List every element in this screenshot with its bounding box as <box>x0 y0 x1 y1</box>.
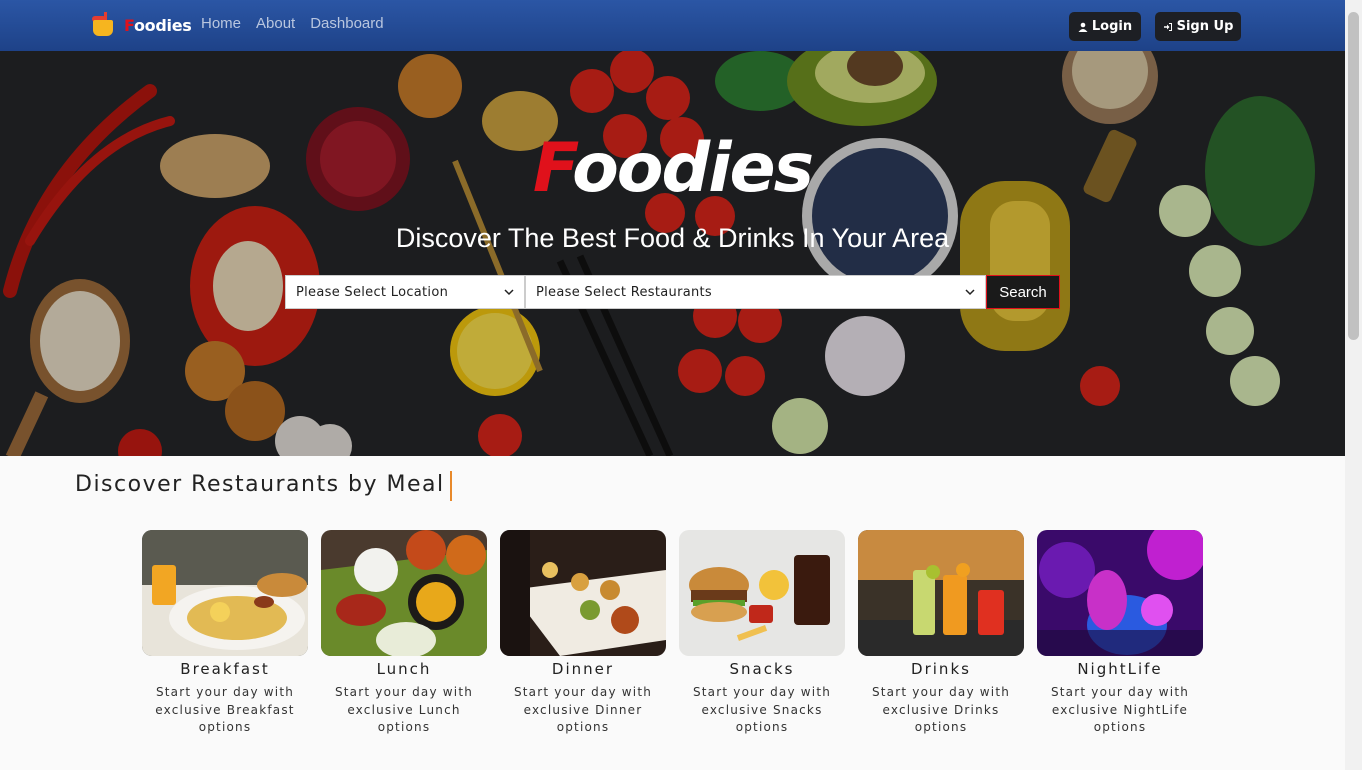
hero-subtitle: Discover The Best Food & Drinks In Your … <box>395 223 950 253</box>
chevron-down-icon <box>965 289 975 296</box>
nav-link-about[interactable]: About <box>256 15 295 32</box>
meal-card-drinks[interactable]: Drinks Start your day with exclusive Dri… <box>858 530 1024 737</box>
meal-card-nightlife[interactable]: NightLife Start your day with exclusive … <box>1037 530 1203 737</box>
signup-button[interactable]: Sign Up <box>1155 12 1241 41</box>
brand-name: Foodies <box>124 15 192 35</box>
meal-card-description: Start your day with exclusive Breakfast … <box>155 685 295 734</box>
meal-card-title: Breakfast <box>180 660 270 678</box>
meal-card-description: Start your day with exclusive Snacks opt… <box>692 685 832 734</box>
nightlife-image[interactable] <box>1037 530 1203 656</box>
hero-title: Foodies <box>532 129 814 208</box>
search-button[interactable]: Search <box>986 275 1060 309</box>
restaurant-select-value: Please Select Restaurants <box>536 284 712 300</box>
nav-links: Home About Dashboard <box>201 15 384 32</box>
lunch-image[interactable] <box>321 530 487 656</box>
snacks-image[interactable] <box>679 530 845 656</box>
meal-card-title: Snacks <box>729 660 795 678</box>
meal-card-lunch[interactable]: Lunch Start your day with exclusive Lunc… <box>321 530 487 737</box>
location-select-value: Please Select Location <box>296 284 449 300</box>
hero-banner: Foodies Discover The Best Food & Drinks … <box>0 51 1345 456</box>
meal-card-description: Start your day with exclusive NightLife … <box>1050 685 1190 734</box>
navbar: Foodies Home About Dashboard Login Sign … <box>0 0 1345 51</box>
chevron-down-icon <box>504 289 514 296</box>
meal-card-description: Start your day with exclusive Drinks opt… <box>871 685 1011 734</box>
breakfast-image[interactable] <box>142 530 308 656</box>
meal-card-snacks[interactable]: Snacks Start your day with exclusive Sna… <box>679 530 845 737</box>
login-button[interactable]: Login <box>1069 12 1141 41</box>
page-scrollbar[interactable] <box>1345 0 1362 770</box>
restaurant-select[interactable]: Please Select Restaurants <box>525 275 986 309</box>
dinner-image[interactable] <box>500 530 666 656</box>
location-select[interactable]: Please Select Location <box>285 275 525 309</box>
sign-in-icon <box>1163 22 1172 31</box>
food-cup-icon <box>90 12 116 38</box>
search-bar: Please Select Location Please Select Res… <box>285 275 1060 309</box>
nav-link-home[interactable]: Home <box>201 15 241 32</box>
meal-card-title: NightLife <box>1077 660 1163 678</box>
meal-card-description: Start your day with exclusive Dinner opt… <box>513 685 653 734</box>
brand-logo-link[interactable]: Foodies <box>90 12 192 38</box>
title-accent-divider <box>450 471 452 501</box>
meal-card-title: Lunch <box>376 660 432 678</box>
meal-card-description: Start your day with exclusive Lunch opti… <box>334 685 474 734</box>
meal-card-title: Dinner <box>551 660 615 678</box>
signup-label: Sign Up <box>1176 19 1234 34</box>
meal-card-title: Drinks <box>911 660 971 678</box>
login-label: Login <box>1091 19 1133 34</box>
scrollbar-thumb[interactable] <box>1348 12 1359 340</box>
section-title: Discover Restaurants by Meal <box>75 472 445 497</box>
user-icon <box>1078 22 1088 32</box>
meal-card-dinner[interactable]: Dinner Start your day with exclusive Din… <box>500 530 666 737</box>
drinks-image[interactable] <box>858 530 1024 656</box>
nav-link-dashboard[interactable]: Dashboard <box>310 15 383 32</box>
meal-cards: Breakfast Start your day with exclusive … <box>142 530 1203 737</box>
meal-card-breakfast[interactable]: Breakfast Start your day with exclusive … <box>142 530 308 737</box>
